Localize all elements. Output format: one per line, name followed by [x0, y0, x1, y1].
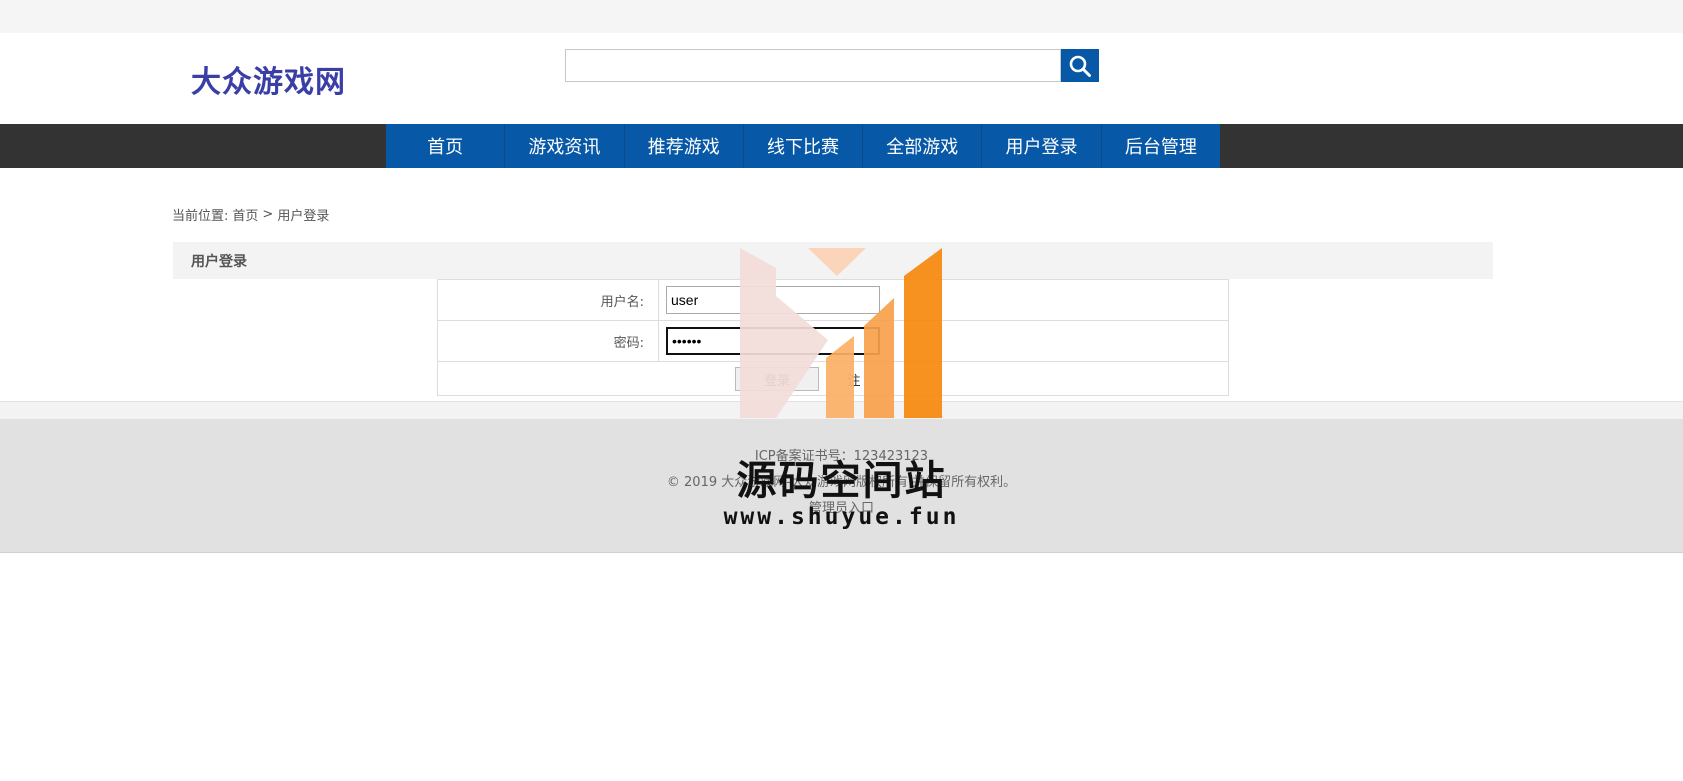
breadcrumb-separator: > — [262, 207, 274, 222]
breadcrumb-home[interactable]: 首页 — [232, 205, 258, 224]
search-icon — [1069, 55, 1091, 77]
watermark-bar-2 — [826, 336, 854, 418]
breadcrumb-prefix: 当前位置: — [172, 209, 229, 224]
watermark-url: www.shuyue.fun — [723, 504, 960, 530]
watermark-logo — [740, 248, 942, 418]
nav-game-news[interactable]: 游戏资讯 — [505, 124, 625, 168]
breadcrumb: 当前位置: 首页 > 用户登录 — [172, 205, 329, 224]
search-input[interactable] — [565, 49, 1061, 82]
password-label: 密码: — [438, 321, 659, 361]
nav-home[interactable]: 首页 — [386, 124, 506, 168]
watermark-chevron — [808, 248, 866, 276]
nav-all-games[interactable]: 全部游戏 — [863, 124, 983, 168]
username-label: 用户名: — [438, 280, 659, 320]
watermark-bar-3 — [864, 298, 894, 418]
nav-recommended-games[interactable]: 推荐游戏 — [625, 124, 744, 168]
site-logo[interactable]: 大众游戏网 — [191, 57, 346, 101]
nav-admin[interactable]: 后台管理 — [1102, 124, 1220, 168]
watermark-bar-4 — [904, 248, 942, 418]
watermark-bar-diagonal — [776, 296, 828, 418]
nav-user-login[interactable]: 用户登录 — [982, 124, 1102, 168]
search-button[interactable] — [1061, 49, 1099, 82]
watermark-title: 源码空间站 — [736, 458, 947, 504]
top-strip — [0, 0, 1683, 33]
main-nav: 首页 游戏资讯 推荐游戏 线下比赛 全部游戏 用户登录 后台管理 — [386, 124, 1220, 168]
breadcrumb-current: 用户登录 — [277, 209, 330, 224]
nav-offline-matches[interactable]: 线下比赛 — [744, 124, 864, 168]
watermark-bar-left — [740, 248, 776, 418]
